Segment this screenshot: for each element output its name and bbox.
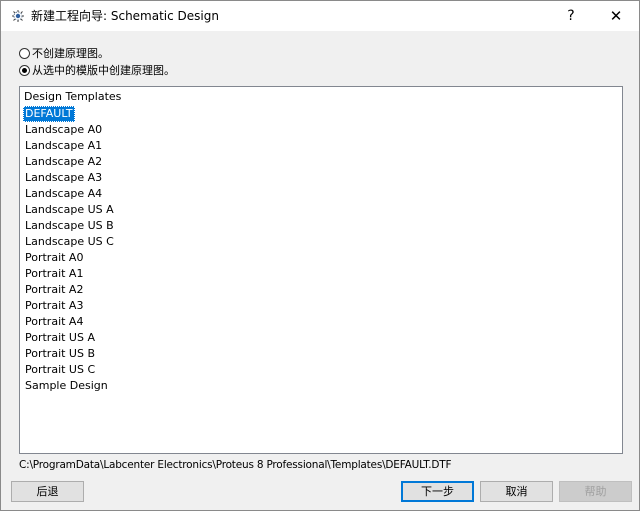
template-item[interactable]: Landscape A4 <box>23 186 118 202</box>
template-path: C:\ProgramData\Labcenter Electronics\Pro… <box>19 459 452 471</box>
radio-checked-icon[interactable] <box>19 65 30 76</box>
template-item[interactable]: Portrait US A <box>23 330 118 346</box>
template-items: DEFAULT Landscape A0 Landscape A1 Landscape… <box>23 106 118 394</box>
template-item[interactable]: Portrait US C <box>23 362 118 378</box>
window-title: 新建工程向导: Schematic Design <box>31 9 219 23</box>
template-item-label: Sample Design <box>25 379 108 392</box>
option-no-schematic[interactable]: 不创建原理图。 <box>19 46 109 61</box>
next-button[interactable]: 下一步 <box>401 481 474 502</box>
template-item[interactable]: Sample Design <box>23 378 118 394</box>
close-button[interactable]: ✕ <box>593 1 639 31</box>
option-from-template-label: 从选中的模版中创建原理图。 <box>32 64 175 77</box>
template-item-label: Landscape A4 <box>25 187 103 200</box>
template-item-label: DEFAULT <box>23 106 75 122</box>
template-item-label: Landscape US B <box>25 219 114 232</box>
template-item-label: Landscape US C <box>25 235 114 248</box>
cancel-button[interactable]: 取消 <box>480 481 553 502</box>
template-item[interactable]: Landscape A0 <box>23 122 118 138</box>
option-no-schematic-label: 不创建原理图。 <box>32 47 109 60</box>
template-item[interactable]: DEFAULT <box>23 106 118 122</box>
app-icon <box>12 10 24 22</box>
new-project-wizard-dialog: 新建工程向导: Schematic Design ? ✕ 不创建原理图。 从选中… <box>0 0 640 511</box>
list-header: Design Templates <box>24 90 122 103</box>
template-item[interactable]: Portrait US B <box>23 346 118 362</box>
title-bar[interactable]: 新建工程向导: Schematic Design ? ✕ <box>1 1 639 31</box>
template-item-label: Portrait A1 <box>25 267 84 280</box>
template-item-label: Landscape A0 <box>25 123 103 136</box>
design-templates-list[interactable]: Design Templates DEFAULT Landscape A0 Land… <box>19 86 623 454</box>
template-item[interactable]: Portrait A4 <box>23 314 118 330</box>
template-item-label: Portrait US C <box>25 363 96 376</box>
option-from-template[interactable]: 从选中的模版中创建原理图。 <box>19 63 175 78</box>
template-item[interactable]: Landscape A1 <box>23 138 118 154</box>
template-item[interactable]: Portrait A0 <box>23 250 118 266</box>
help-button[interactable]: 帮助 <box>559 481 632 502</box>
template-item-label: Portrait US A <box>25 331 95 344</box>
template-item[interactable]: Landscape US C <box>23 234 118 250</box>
template-item-label: Portrait A2 <box>25 283 84 296</box>
template-item[interactable]: Portrait A1 <box>23 266 118 282</box>
template-item[interactable]: Landscape A2 <box>23 154 118 170</box>
template-item-label: Landscape A2 <box>25 155 103 168</box>
template-item[interactable]: Portrait A3 <box>23 298 118 314</box>
template-item[interactable]: Portrait A2 <box>23 282 118 298</box>
template-item-label: Landscape US A <box>25 203 114 216</box>
template-item[interactable]: Landscape US B <box>23 218 118 234</box>
template-item-label: Portrait A4 <box>25 315 84 328</box>
help-title-button[interactable]: ? <box>548 1 594 31</box>
radio-unchecked-icon[interactable] <box>19 48 30 59</box>
template-item-label: Landscape A1 <box>25 139 103 152</box>
template-item[interactable]: Landscape US A <box>23 202 118 218</box>
back-button[interactable]: 后退 <box>11 481 84 502</box>
template-item[interactable]: Landscape A3 <box>23 170 118 186</box>
template-item-label: Portrait A3 <box>25 299 84 312</box>
template-item-label: Landscape A3 <box>25 171 103 184</box>
template-item-label: Portrait A0 <box>25 251 84 264</box>
template-item-label: Portrait US B <box>25 347 96 360</box>
